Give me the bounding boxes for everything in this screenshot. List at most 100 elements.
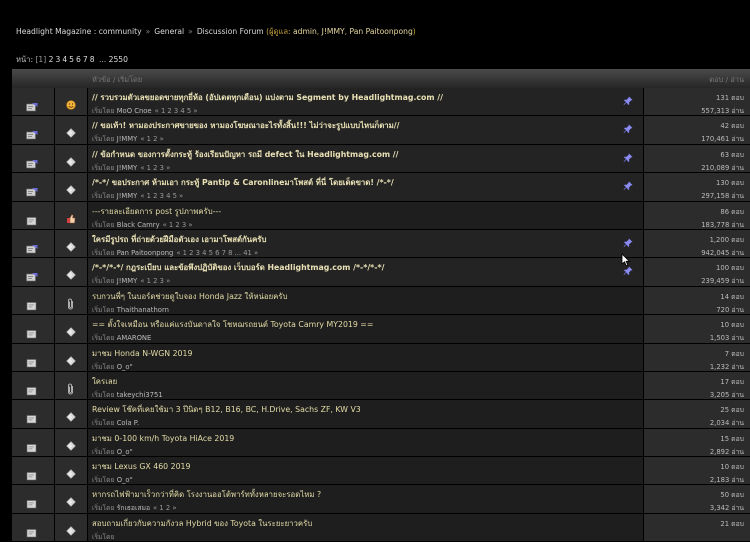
author-link[interactable]: J!MMY [117, 135, 138, 143]
author-link[interactable]: O_o" [117, 448, 133, 456]
reply-count: 21 ตอบ [720, 519, 744, 528]
topic-pages[interactable]: « 1 2 3 4 5 6 7 8 ... 41 » [176, 249, 258, 257]
topic-icon-cell [55, 485, 88, 513]
topic-title-link[interactable]: ใครมีรูปรถ ที่ถ่ายด้วยฝีมือตัวเอง เอามาโ… [92, 234, 266, 246]
author-link[interactable]: AMARONE [117, 334, 152, 342]
topic-title-link[interactable]: == ตั้งใจเหมือน หรือแค่แรงบันดาลใจ โชหฌร… [92, 319, 373, 331]
author-link[interactable]: J!MMY [117, 277, 138, 285]
status-cell [12, 400, 55, 428]
topic-title-link[interactable]: มาชม Honda N-WGN 2019 [92, 348, 192, 360]
topic-pages[interactable]: « 1 2 3 4 5 » [155, 107, 198, 115]
sticky-folder-icon [26, 239, 38, 254]
topic-title-link[interactable]: สอบถามเกี่ยวกับความกังวล Hybrid ของ Toyo… [92, 518, 312, 530]
author-link[interactable]: Pan Paitoonpong [117, 249, 174, 257]
topic-pages[interactable]: « 1 2 3 » [140, 164, 170, 172]
pagination-page-link[interactable]: 7 [83, 55, 88, 64]
diamond-icon [65, 266, 77, 281]
breadcrumb-category-link[interactable]: General [154, 27, 184, 36]
header-topic[interactable]: หัวข้อ / เริ่มโดย [92, 74, 142, 86]
table-row: มาชม Lexus GX 460 2019 เริ่มโดย O_o" 10 ตอ… [12, 457, 750, 486]
table-row: สอบถามเกี่ยวกับความกังวล Hybrid ของ Toyo… [12, 513, 750, 542]
topic-pages[interactable]: « 1 2 3 4 5 » [140, 192, 183, 200]
topic-title-link[interactable]: // รวบรวมตัวเลขยอดขายทุกยี่ห้อ (อัปเดตทุ… [92, 92, 443, 104]
topic-starter: เริ่มโดย O_o" [92, 446, 133, 457]
author-link[interactable]: Black Camry [117, 221, 160, 229]
view-count: 239,459 อ่าน [701, 277, 744, 286]
topic-pages[interactable]: « 1 2 » [153, 504, 176, 512]
author-link[interactable]: รักเธอเสมอ [117, 504, 150, 512]
folder-icon [26, 324, 38, 339]
stats-cell: 10 ตอบ 2,183 อ่าน [644, 457, 750, 485]
breadcrumb-site-link[interactable]: Headlight Magazine : community [16, 27, 142, 36]
view-count: 942,045 อ่าน [701, 248, 744, 257]
topic-cell: สอบถามเกี่ยวกับความกังวล Hybrid ของ Toyo… [88, 513, 644, 542]
view-count: 720 อ่าน [716, 305, 744, 314]
topic-title-link[interactable]: รบกวนพี่ๆ ในบอร์ดช่วยดูใบจอง Honda Jazz … [92, 291, 288, 303]
pagination-last-page[interactable]: 2550 [109, 55, 128, 64]
folder-icon [26, 381, 38, 396]
view-count: 3,205 อ่าน [709, 390, 744, 399]
view-count: 1,232 อ่าน [709, 362, 744, 371]
author-link[interactable]: takeychi3751 [117, 391, 163, 399]
pagination-page-link[interactable]: 8 [90, 55, 95, 64]
stats-cell: 14 ตอบ 720 อ่าน [644, 286, 750, 315]
table-row: // ขอเท้า! หามองประกาศขายของ หามองโฆษณาอ… [12, 116, 750, 145]
status-cell [12, 371, 55, 400]
breadcrumb: Headlight Magazine : community» General» D… [16, 26, 416, 38]
author-link[interactable]: O_o" [117, 363, 133, 371]
topic-title-link[interactable]: มาชม Lexus GX 460 2019 [92, 461, 190, 473]
topic-cell: /*-*/ ขอประกาศ ห้ามเอา กระทู้ Pantip & C… [88, 173, 644, 201]
topic-title-link[interactable]: Review โช๊คที่เคยใช้มา 3 ปีนิดๆ B12, B16… [92, 404, 361, 416]
author-link[interactable]: O_o" [117, 476, 133, 484]
author-link[interactable]: Thaithanathorn [117, 306, 169, 314]
view-count: 3,342 อ่าน [709, 504, 744, 513]
pagination-page-link[interactable]: 2 [49, 55, 54, 64]
diamond-icon [65, 352, 77, 366]
topic-title-link[interactable]: /*-*/ ขอประกาศ ห้ามเอา กระทู้ Pantip & C… [92, 177, 394, 189]
folder-icon [26, 353, 38, 367]
topic-title-link[interactable]: // ขอเท้า! หามองประกาศขายของ หามองโฆษณาอ… [92, 120, 400, 132]
author-link[interactable]: J!MMY [117, 192, 138, 200]
topic-starter: เริ่มโดย AMARONE [92, 332, 151, 343]
topic-cell: มาชม Lexus GX 460 2019 เริ่มโดย O_o" [88, 457, 644, 485]
folder-icon [26, 211, 38, 225]
topic-cell: ---รายละเอียดการ post รูปภาพครับ--- เริ่ม… [88, 201, 644, 229]
moderator-link[interactable]: Pan Paitoonpong [349, 27, 412, 36]
stats-cell: 17 ตอบ 3,205 อ่าน [644, 371, 750, 400]
topic-pages[interactable]: « 1 2 3 » [140, 277, 170, 285]
table-row: // ข้อกำหนด ของการตั้งกระทู้ ร้องเรียนปั… [12, 144, 750, 174]
topic-title-link[interactable]: มาชม 0-100 km/h Toyota HiAce 2019 [92, 433, 234, 445]
smiley-icon [65, 96, 77, 110]
topic-title-link[interactable]: ใครเลย [92, 376, 117, 388]
pagination-page-link[interactable]: 6 [76, 55, 81, 64]
topic-starter: เริ่มโดย [92, 531, 115, 542]
pagination-page-link[interactable]: 3 [55, 55, 60, 64]
pagination-page-link[interactable]: 4 [62, 55, 67, 64]
reply-count: 130 ตอบ [716, 179, 744, 188]
reply-count: 17 ตอบ [720, 377, 744, 386]
topic-pages[interactable]: « 1 2 » [140, 135, 163, 143]
topic-title-link[interactable]: /*-*/*-*/ กฎระเบียบ และข้อพึงปฏิบัติของ … [92, 262, 384, 274]
status-cell [12, 286, 55, 315]
topic-starter: เริ่มโดย J!MMY « 1 2 3 » [92, 162, 170, 173]
topic-title-link[interactable]: หากรถไฟฟ้ามาเร็วกว่าที่คิด โรงงานออโต้พา… [92, 489, 321, 501]
pagination-page-link[interactable]: 5 [69, 55, 74, 64]
topic-title-link[interactable]: ---รายละเอียดการ post รูปภาพครับ--- [92, 206, 221, 218]
topic-icon-cell [55, 144, 88, 173]
author-link[interactable]: Cola P. [117, 419, 139, 427]
topic-pages[interactable]: « 1 2 3 » [163, 221, 193, 229]
moderator-link[interactable]: admin [293, 27, 317, 36]
status-cell [12, 513, 55, 542]
moderator-link[interactable]: J!MMY [322, 27, 345, 36]
topic-title-link[interactable]: // ข้อกำหนด ของการตั้งกระทู้ ร้องเรียนปั… [92, 149, 398, 161]
sticky-folder-icon [26, 97, 38, 112]
header-replies[interactable]: ตอบ / อ่าน [709, 74, 744, 86]
author-link[interactable]: J!MMY [117, 164, 138, 172]
topic-starter: เริ่มโดย J!MMY « 1 2 » [92, 133, 164, 144]
breadcrumb-forum-link[interactable]: Discussion Forum [197, 27, 264, 36]
table-row: Review โช๊คที่เคยใช้มา 3 ปีนิดๆ B12, B16… [12, 400, 750, 429]
reply-count: 1,200 ตอบ [709, 235, 744, 244]
started-by-label: เริ่มโดย [92, 419, 115, 428]
view-count: 2,183 อ่าน [709, 476, 744, 485]
author-link[interactable]: MoO Cnoe [117, 107, 152, 115]
